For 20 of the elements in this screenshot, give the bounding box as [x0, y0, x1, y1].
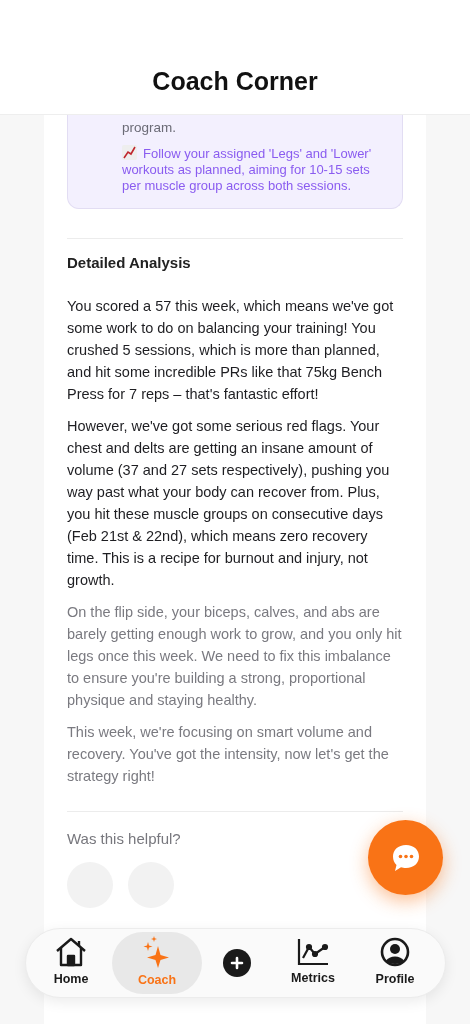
page-title: Coach Corner: [152, 65, 318, 97]
nav-tab[interactable]: Home: [30, 932, 112, 994]
add-button[interactable]: [223, 949, 251, 977]
analysis-paragraph: This week, we're focusing on smart volume and recovery. You've got the intensity, now let's get the strategy right!: [67, 722, 390, 786]
line-chart-icon: [297, 938, 329, 967]
feedback-question: Was this helpful?: [67, 828, 182, 849]
analysis-paragraph: You scored a 57 this week, which means we've got some work to do on balancing your training! You crushed 5 sessions, which is more than planned, and hit some incredible PRs like that 75kg Bench Press for 7 reps – that's fantastic effort!: [67, 296, 395, 404]
chat-bubble-icon: [390, 842, 421, 873]
profile-icon: [380, 937, 410, 968]
sparkles-icon: [142, 936, 172, 969]
analysis-paragraph: On the flip side, your biceps, calves, and abs are barely getting enough work to grow, and you only hit legs once this week. We need to fix this imbalance to ensure you're building a strong, proportional physique and staying healthy.: [67, 602, 403, 710]
section-heading: Detailed Analysis: [67, 253, 192, 273]
home-icon: [55, 937, 87, 968]
tip-text: program.: [122, 119, 178, 137]
plus-icon: [230, 956, 244, 970]
tip-text: Follow your assigned 'Legs' and 'Lower' workouts as planned, aiming for 10-15 sets per muscle group across both sessions.: [122, 145, 373, 194]
analysis-paragraph: However, we've got some serious red flags. Your chest and delts are getting an insane amount of volume (37 and 27 sets respectively), pushing you way past what your body can recover from. Plus, you hit these muscle groups on consecutive days (Feb 21st & 22nd), which means zero recovery time. This is a recipe for burnout and injury, not growth.: [67, 416, 391, 590]
trend-chart-icon: [122, 145, 137, 160]
nav-tab[interactable]: Profile: [354, 932, 436, 994]
nav-tab[interactable]: Metrics: [272, 932, 354, 994]
